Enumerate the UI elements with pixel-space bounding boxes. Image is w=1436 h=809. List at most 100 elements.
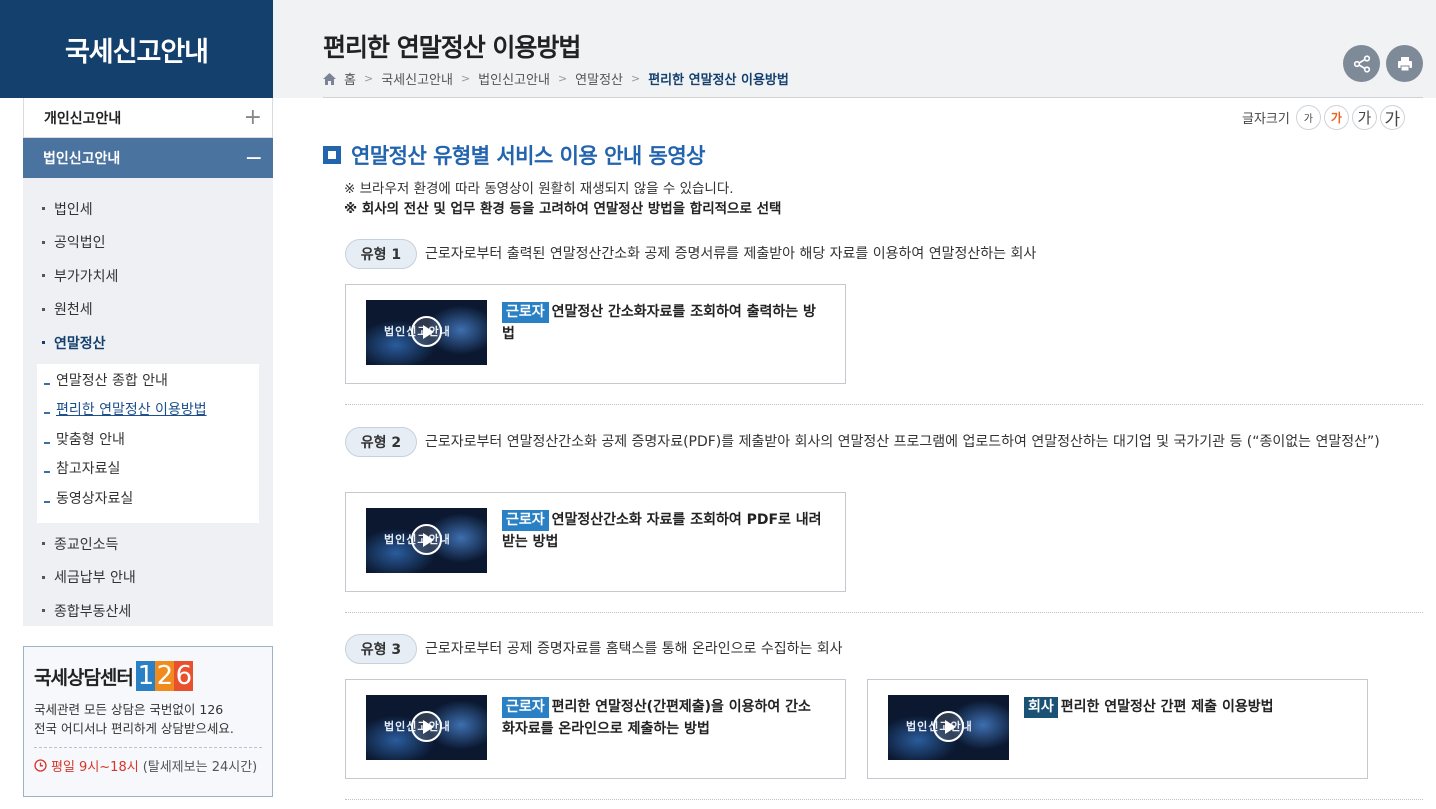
bullet-icon — [42, 341, 45, 345]
font-size-larger-button[interactable]: 가 — [1351, 105, 1377, 130]
worker-badge: 근로자 — [502, 510, 549, 531]
sub-item-year-end[interactable]: 연말정산 — [23, 326, 273, 360]
breadcrumb-home[interactable]: 홈 — [344, 69, 356, 88]
play-icon[interactable] — [411, 316, 442, 347]
home-icon[interactable] — [323, 72, 336, 85]
video-title[interactable]: 근로자 연말정산 간소화자료를 조회하여 출력하는 방법 — [502, 301, 822, 345]
sub-item-vat[interactable]: 부가가치세 — [23, 259, 273, 293]
nav-label: 법인신고안내 — [43, 151, 121, 167]
type-desc: 근로자로부터 공제 증명자료를 홈택스를 통해 온라인으로 수집하는 회사 — [425, 641, 843, 657]
video-card[interactable]: 법인신고안내 근로자 연말정산 간소화자료를 조회하여 출력하는 방법 — [345, 284, 846, 384]
breadcrumb-item[interactable]: 국세신고안내 — [381, 69, 453, 88]
video-card[interactable]: 법인신고안내 근로자 연말정산간소화 자료를 조회하여 PDF로 내려받는 방법 — [345, 492, 846, 592]
subsub-item[interactable]: 참고자료실 — [37, 458, 259, 488]
dash-icon — [44, 382, 50, 385]
subsub-item[interactable]: 맞춤형 안내 — [37, 429, 259, 459]
video-thumbnail[interactable]: 법인신고안내 — [888, 695, 1009, 760]
sub-menu-rest: 종교인소득 세금납부 안내 종합부동산세 — [23, 527, 273, 628]
play-icon[interactable] — [411, 711, 442, 742]
printer-icon — [1397, 56, 1412, 71]
counsel-title: 국세상담센터 1 2 6 — [34, 661, 193, 691]
notes: ※ 브라우저 환경에 따라 동영상이 원활히 재생되지 않을 수 있습니다. ※… — [344, 179, 781, 219]
header-divider — [323, 97, 1423, 98]
breadcrumb-item[interactable]: 법인신고안내 — [478, 69, 550, 88]
share-button[interactable] — [1343, 45, 1380, 82]
video-thumbnail[interactable]: 법인신고안내 — [366, 508, 487, 573]
sub-item-public-corp[interactable]: 공익법인 — [23, 226, 273, 260]
dash-icon — [44, 500, 50, 503]
square-bullet-icon — [323, 146, 341, 164]
left-nav: 개인신고안내 + 법인신고안내 − 법인세 공익법인 부가가치세 원천세 연말정… — [23, 98, 273, 626]
font-size-control: 글자크기 가 가 가 가 — [1242, 105, 1405, 130]
plus-icon: + — [243, 105, 262, 130]
play-icon[interactable] — [411, 524, 442, 555]
nav-label: 개인신고안내 — [44, 110, 122, 127]
breadcrumb: 홈 > 국세신고안내 > 법인신고안내 > 연말정산 > 편리한 연말정산 이용… — [323, 69, 789, 88]
breadcrumb-current: 편리한 연말정산 이용방법 — [648, 73, 789, 88]
divider — [345, 799, 1423, 800]
video-title[interactable]: 회사 편리한 연말정산 간편 제출 이용방법 — [1024, 696, 1344, 718]
print-button[interactable] — [1386, 45, 1423, 82]
share-icon — [1353, 54, 1370, 73]
worker-badge: 근로자 — [502, 697, 549, 718]
bullet-icon — [42, 207, 45, 211]
chevron-right-icon: > — [460, 72, 471, 85]
dash-icon — [44, 412, 50, 414]
breadcrumb-item[interactable]: 연말정산 — [575, 69, 623, 88]
type-pill: 유형 1 — [345, 239, 417, 269]
bullet-icon — [42, 609, 45, 613]
counsel-center-box[interactable]: 국세상담센터 1 2 6 국세관련 모든 상담은 국번없이 126 전국 어디서… — [23, 646, 273, 797]
worker-badge: 근로자 — [502, 302, 549, 323]
subsub-item[interactable]: 동영상자료실 — [37, 488, 259, 518]
font-size-default-button[interactable]: 가 — [1323, 105, 1349, 130]
video-title[interactable]: 근로자 연말정산간소화 자료를 조회하여 PDF로 내려받는 방법 — [502, 509, 822, 553]
divider — [345, 404, 1423, 405]
chevron-right-icon: > — [631, 72, 641, 85]
type-pill: 유형 2 — [345, 427, 417, 457]
sub-menu: 법인세 공익법인 부가가치세 원천세 연말정산 — [23, 178, 273, 360]
sub-item-tax-payment[interactable]: 세금납부 안내 — [23, 561, 273, 595]
number-126: 1 2 6 — [135, 661, 193, 691]
nav-corporate-filing[interactable]: 법인신고안내 − — [23, 138, 273, 178]
subsub-item-current[interactable]: 편리한 연말정산 이용방법 — [37, 399, 259, 429]
type-pill: 유형 3 — [345, 634, 417, 664]
chevron-right-icon: > — [557, 72, 568, 85]
video-card[interactable]: 법인신고안내 회사 편리한 연말정산 간편 제출 이용방법 — [867, 679, 1368, 779]
minus-icon: − — [244, 145, 263, 171]
nav-personal-filing[interactable]: 개인신고안내 + — [23, 98, 273, 138]
font-size-smaller-button[interactable]: 가 — [1295, 105, 1321, 130]
clock-icon — [34, 759, 47, 772]
font-size-label: 글자크기 — [1242, 112, 1290, 127]
divider — [345, 612, 1423, 613]
counsel-hours: 평일 9시~18시 (탈세제보는 24시간) — [34, 756, 262, 775]
bullet-icon — [42, 240, 45, 244]
dash-icon — [44, 471, 50, 473]
subsub-item[interactable]: 연말정산 종합 안내 — [37, 370, 259, 400]
chevron-right-icon: > — [363, 72, 374, 85]
video-card[interactable]: 법인신고안내 근로자 편리한 연말정산(간편제출)을 이용하여 간소화자료를 온라… — [345, 679, 846, 779]
sidebar-title: 국세신고안내 — [0, 0, 273, 98]
video-title[interactable]: 근로자 편리한 연말정산(간편제출)을 이용하여 간소화자료를 온라인으로 제출하… — [502, 696, 822, 740]
sub-item-corporate-tax[interactable]: 법인세 — [23, 192, 273, 226]
video-thumbnail[interactable]: 법인신고안내 — [366, 300, 487, 365]
note-choose-method: ※ 회사의 전산 및 업무 환경 등을 고려하여 연말정산 방법을 합리적으로 … — [344, 201, 782, 217]
section-title: 연말정산 유형별 서비스 이용 안내 동영상 — [323, 140, 706, 170]
font-size-largest-button[interactable]: 가 — [1379, 105, 1405, 130]
type-2-row: 유형 2 근로자로부터 연말정산간소화 공제 증명자료(PDF)를 제출받아 회… — [345, 427, 1405, 457]
type-desc: 근로자로부터 연말정산간소화 공제 증명자료(PDF)를 제출받아 회사의 연말… — [425, 434, 1380, 450]
page-title: 편리한 연말정산 이용방법 — [323, 33, 581, 62]
video-thumbnail[interactable]: 법인신고안내 — [366, 695, 487, 760]
year-end-submenu: 연말정산 종합 안내 편리한 연말정산 이용방법 맞춤형 안내 참고자료실 동영… — [37, 363, 259, 523]
play-icon[interactable] — [933, 711, 964, 742]
sub-item-withholding[interactable]: 원천세 — [23, 293, 273, 327]
company-badge: 회사 — [1024, 697, 1058, 718]
dash-icon — [44, 441, 50, 444]
sub-item-property-tax[interactable]: 종합부동산세 — [23, 594, 273, 628]
bullet-icon — [42, 307, 45, 311]
bullet-icon — [42, 542, 45, 546]
bullet-icon — [42, 575, 45, 579]
type-3-row: 유형 3 근로자로부터 공제 증명자료를 홈택스를 통해 온라인으로 수집하는 … — [345, 634, 1405, 664]
counsel-desc: 국세관련 모든 상담은 국번없이 126 전국 어디서나 편리하게 상담받으세요… — [34, 702, 234, 736]
sub-item-religious[interactable]: 종교인소득 — [23, 527, 273, 561]
type-desc: 근로자로부터 출력된 연말정산간소화 공제 증명서류를 제출받아 해당 자료를 … — [425, 246, 1037, 262]
